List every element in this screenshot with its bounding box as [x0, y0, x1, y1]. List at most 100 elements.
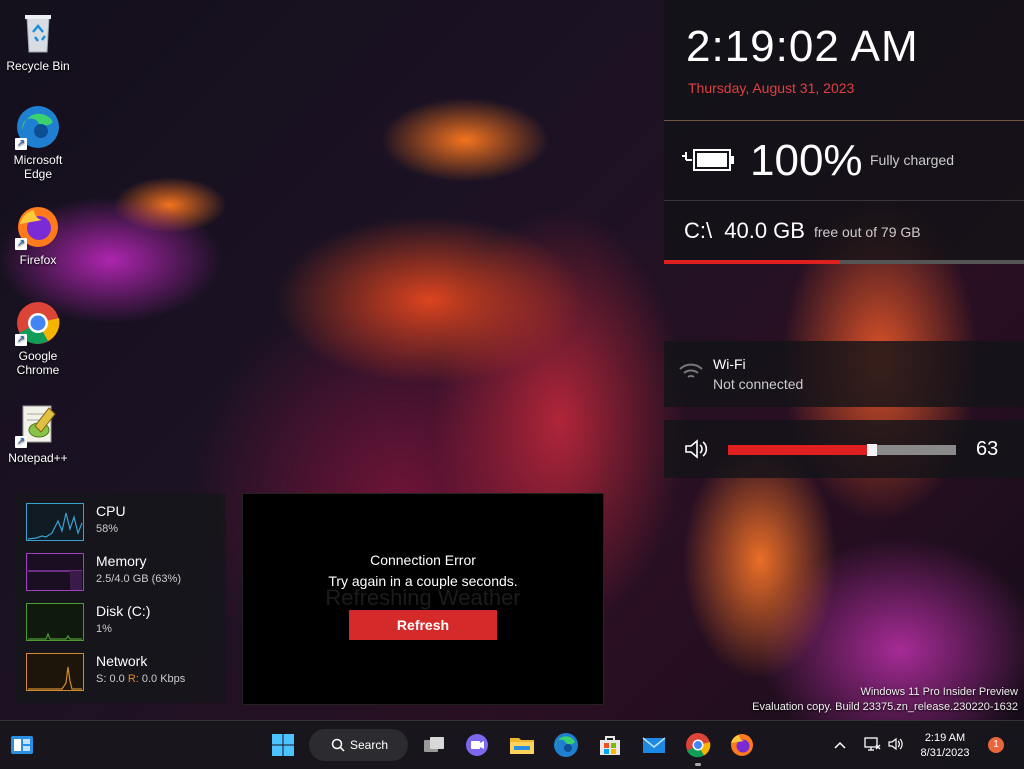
store-icon: [600, 736, 620, 755]
task-view-icon: [424, 737, 444, 752]
disk-info: C:\ 40.0 GB: [684, 218, 805, 244]
recycle-bin-icon: [15, 10, 61, 56]
weather-widget: Refreshing Weather Connection Error Try …: [242, 493, 604, 705]
store-button[interactable]: [594, 729, 626, 761]
disk-graph: [26, 603, 84, 641]
monitor-title: CPU: [96, 503, 126, 519]
disk-free-text: free out of 79 GB: [814, 224, 921, 240]
windows-watermark: Windows 11 Pro Insider Preview Evaluatio…: [752, 685, 1018, 715]
desktop-icon-firefox[interactable]: ↗ Firefox: [4, 204, 72, 267]
disk-usage-bar: [664, 260, 1024, 264]
chevron-up-icon: [834, 741, 846, 749]
speaker-icon: [888, 737, 903, 751]
system-monitor-widget: CPU 58% Memory 2.5/4.0 GB (63%) Disk (C:…: [16, 493, 226, 703]
monitor-disk[interactable]: Disk (C:) 1%: [26, 603, 226, 647]
volume-widget: 63: [664, 420, 1024, 478]
shortcut-arrow-icon: ↗: [15, 238, 27, 250]
monitor-memory[interactable]: Memory 2.5/4.0 GB (63%): [26, 553, 226, 597]
chat-icon: [466, 734, 488, 756]
firefox-icon: ↗: [15, 204, 61, 250]
edge-icon: [554, 733, 578, 757]
network-disconnected-icon: [864, 737, 881, 751]
wifi-status: Not connected: [713, 376, 804, 392]
clock-widget: 2:19:02 AM Thursday, August 31, 2023 100…: [664, 0, 1024, 264]
monitor-title: Network: [96, 653, 148, 669]
teams-chat-button[interactable]: [461, 729, 493, 761]
battery-icon: [680, 146, 736, 179]
watermark-edition: Windows 11 Pro Insider Preview: [860, 686, 1018, 698]
start-button[interactable]: [267, 729, 299, 761]
memory-graph: [26, 553, 84, 591]
search-label: Search: [350, 738, 389, 752]
edge-icon: ↗: [15, 104, 61, 150]
widgets-icon: [11, 736, 33, 754]
chrome-icon: [686, 733, 711, 758]
chrome-taskbar-button[interactable]: [682, 729, 714, 766]
weather-error-subtitle: Try again in a couple seconds.: [328, 573, 518, 589]
desktop-icon-label: Recycle Bin: [6, 59, 70, 73]
mail-icon: [642, 737, 666, 753]
battery-percent: 100%: [750, 136, 863, 185]
notepadpp-icon: ↗: [15, 402, 61, 448]
watermark-build: Evaluation copy. Build 23375.zn_release.…: [752, 701, 1018, 713]
monitor-cpu[interactable]: CPU 58%: [26, 503, 226, 547]
desktop-icon-label: Firefox: [19, 253, 57, 267]
shortcut-arrow-icon: ↗: [15, 436, 27, 448]
wifi-widget[interactable]: Wi-Fi Not connected: [664, 341, 1024, 407]
speaker-icon[interactable]: [684, 438, 710, 465]
notification-badge[interactable]: 1: [988, 737, 1004, 753]
firefox-taskbar-button[interactable]: [726, 729, 758, 761]
desktop-icon-google-chrome[interactable]: ↗ Google Chrome: [4, 300, 72, 377]
disk-free-value: 40.0 GB: [724, 218, 805, 243]
cpu-graph: [26, 503, 84, 541]
disk-usage-fill: [664, 260, 841, 264]
tray-date: 8/31/2023: [920, 747, 970, 759]
network-status-button[interactable]: [863, 735, 881, 758]
wifi-name: Wi-Fi: [713, 356, 746, 372]
edge-taskbar-button[interactable]: [550, 729, 582, 761]
shortcut-arrow-icon: ↗: [15, 138, 27, 150]
desktop-icon-label: Microsoft Edge: [13, 153, 63, 181]
weather-error-title: Connection Error: [370, 552, 476, 568]
monitor-title: Memory: [96, 553, 147, 569]
wifi-icon: [678, 357, 704, 388]
divider: [664, 200, 1024, 201]
volume-level: 63: [976, 438, 999, 460]
monitor-value: 58%: [96, 523, 119, 535]
task-view-button[interactable]: [418, 729, 450, 761]
network-received: 0.0 Kbps: [141, 673, 186, 685]
volume-slider[interactable]: [728, 444, 956, 456]
widgets-button[interactable]: [6, 729, 38, 761]
windows-logo-icon: [272, 734, 294, 756]
desktop-icon-notepadpp[interactable]: ↗ Notepad++: [4, 402, 72, 465]
taskbar: Search 2:19 AM 8/31/2023 1: [0, 720, 1024, 769]
monitor-value: 2.5/4.0 GB (63%): [96, 573, 181, 585]
network-received-label: R:: [127, 673, 139, 685]
network-graph: [26, 653, 84, 691]
battery-status: Fully charged: [870, 152, 955, 168]
desktop-icon-label: Notepad++: [8, 451, 68, 465]
tray-clock[interactable]: 2:19 AM 8/31/2023: [910, 731, 980, 761]
firefox-icon: [731, 734, 753, 756]
volume-tray-button[interactable]: [887, 735, 905, 758]
volume-slider-thumb[interactable]: [866, 444, 877, 456]
tray-time: 2:19 AM: [924, 732, 966, 744]
file-explorer-button[interactable]: [506, 729, 538, 761]
mail-button[interactable]: [638, 729, 670, 761]
search-button[interactable]: Search: [309, 729, 408, 761]
desktop-icon-recycle-bin[interactable]: Recycle Bin: [4, 10, 72, 73]
monitor-value: 1%: [96, 623, 112, 635]
desktop-icon-label: Google Chrome: [16, 349, 60, 377]
shortcut-arrow-icon: ↗: [15, 334, 27, 346]
monitor-network[interactable]: Network S: 0.0 R: 0.0 Kbps: [26, 653, 226, 697]
running-indicator: [695, 763, 701, 766]
monitor-value: S: 0.0 R: 0.0 Kbps: [96, 673, 185, 685]
disk-drive: C:\: [684, 218, 713, 243]
show-hidden-icons-button[interactable]: [832, 737, 848, 758]
search-icon: [331, 738, 345, 752]
chrome-icon: ↗: [15, 300, 61, 346]
desktop-icon-microsoft-edge[interactable]: ↗ Microsoft Edge: [4, 104, 72, 181]
divider: [664, 120, 1024, 121]
refresh-button[interactable]: Refresh: [349, 610, 497, 640]
volume-slider-fill: [728, 445, 872, 455]
